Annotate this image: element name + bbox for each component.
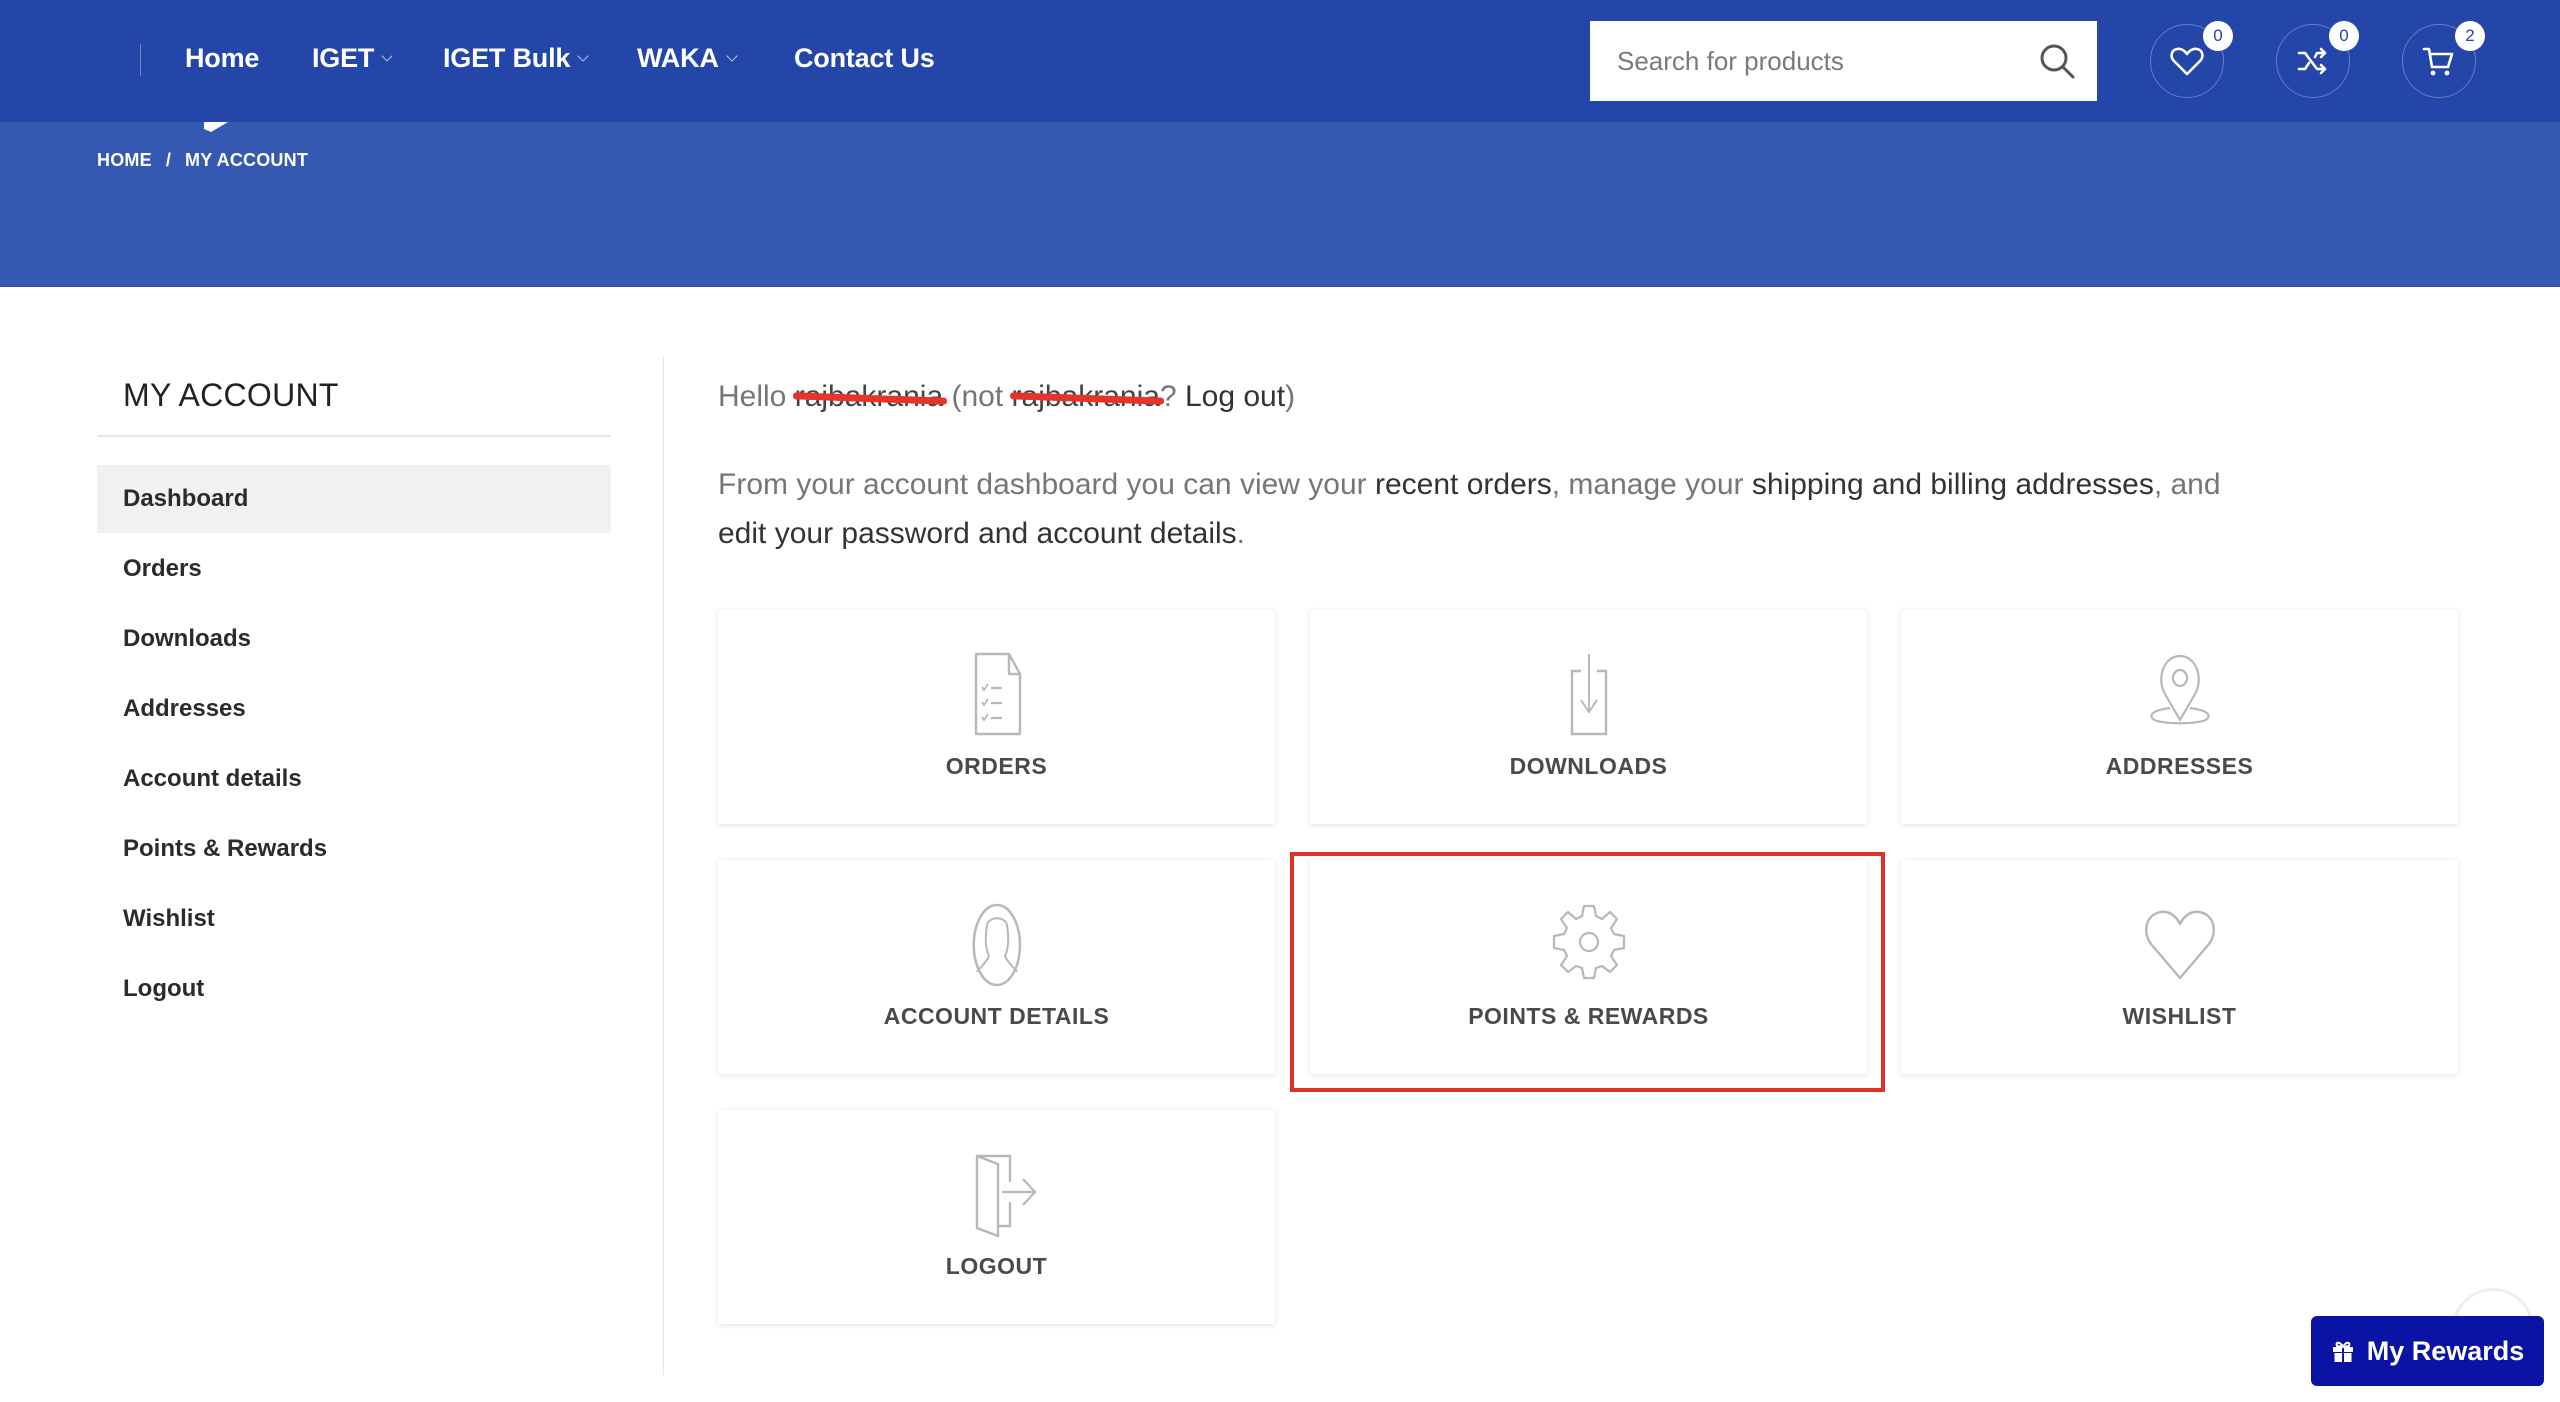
- user-icon: [972, 903, 1021, 987]
- nav-contact-us-label: Contact Us: [794, 43, 935, 73]
- tile-points-rewards[interactable]: POINTS & REWARDS: [1310, 860, 1867, 1074]
- wishlist-count-badge: 0: [2203, 21, 2233, 51]
- breadcrumb-home[interactable]: HOME: [97, 150, 152, 171]
- tile-downloads[interactable]: DOWNLOADS: [1310, 610, 1867, 824]
- greeting-not: (not: [951, 380, 1004, 413]
- cart-button[interactable]: 2: [2402, 21, 2485, 98]
- sidebar-item-dashboard[interactable]: Dashboard: [97, 465, 611, 533]
- chevron-down-icon: [577, 49, 589, 62]
- nav-separator: [140, 44, 141, 76]
- logout-link[interactable]: Log out: [1185, 380, 1285, 413]
- intro-text: , manage your: [1551, 468, 1752, 501]
- sidebar-item-orders[interactable]: Orders: [97, 535, 611, 603]
- account-details-link[interactable]: edit your password and account details: [718, 517, 1237, 550]
- recent-orders-link[interactable]: recent orders: [1375, 468, 1552, 501]
- nav-iget-bulk[interactable]: IGET Bulk: [443, 43, 589, 74]
- search-icon: [2040, 44, 2075, 79]
- greeting: Hello rajbakrania (not rajbakrania? Log …: [718, 380, 1295, 414]
- nav-iget[interactable]: IGET: [312, 43, 393, 74]
- greeting-question: ?: [1159, 380, 1177, 413]
- breadcrumb-current: MY ACCOUNT: [185, 150, 309, 170]
- dashboard-intro: From your account dashboard you can view…: [718, 460, 2458, 558]
- heart-icon: [2170, 47, 2204, 76]
- shuffle-icon: [2297, 47, 2327, 75]
- heart-icon: [2144, 910, 2215, 980]
- search-button[interactable]: [2037, 41, 2077, 81]
- search-input[interactable]: [1590, 21, 2010, 101]
- page-title-banner: [0, 122, 2560, 287]
- tile-addresses[interactable]: ADDRESSES: [1901, 610, 2458, 824]
- breadcrumb-separator: /: [165, 150, 172, 170]
- my-rewards-label: My Rewards: [2366, 1335, 2525, 1366]
- sidebar-title: MY ACCOUNT: [123, 377, 339, 413]
- tile-orders-label: ORDERS: [945, 753, 1048, 779]
- content-divider: [663, 357, 664, 1375]
- intro-text: , and: [2153, 468, 2221, 501]
- tile-logout[interactable]: LOGOUT: [718, 1110, 1275, 1324]
- wishlist-button[interactable]: 0: [2150, 21, 2233, 98]
- greeting-suffix: ): [1285, 380, 1296, 413]
- nav-waka-label: WAKA: [637, 43, 719, 73]
- redacted-username: rajbakrania: [1011, 380, 1160, 413]
- cart-count-badge: 2: [2455, 21, 2485, 51]
- nav-iget-label: IGET: [312, 43, 375, 73]
- sidebar-item-account-details[interactable]: Account details: [97, 745, 611, 813]
- intro-text: .: [1236, 517, 1245, 550]
- breadcrumb: HOME / MY ACCOUNT: [97, 150, 308, 171]
- sidebar-item-logout[interactable]: Logout: [97, 955, 611, 1023]
- tile-logout-label: LOGOUT: [945, 1253, 1048, 1279]
- nav-home[interactable]: Home: [185, 43, 259, 74]
- chevron-down-icon: [726, 49, 738, 62]
- compare-count-badge: 0: [2329, 21, 2359, 51]
- tile-wishlist-label: WISHLIST: [2122, 1003, 2237, 1029]
- addresses-link[interactable]: shipping and billing addresses: [1752, 468, 2154, 501]
- redacted-username: rajbakrania: [794, 380, 944, 413]
- compare-button[interactable]: 0: [2276, 21, 2359, 98]
- location-pin-icon: [2149, 654, 2210, 725]
- sidebar-item-points-rewards[interactable]: Points & Rewards: [97, 815, 611, 883]
- tile-account-details[interactable]: ACCOUNT DETAILS: [718, 860, 1275, 1074]
- sidebar-item-downloads[interactable]: Downloads: [97, 605, 611, 673]
- tile-points-rewards-label: POINTS & REWARDS: [1468, 1003, 1709, 1029]
- nav-waka[interactable]: WAKA: [637, 43, 738, 74]
- tile-wishlist[interactable]: WISHLIST: [1901, 860, 2458, 1074]
- sidebar-item-wishlist[interactable]: Wishlist: [97, 885, 611, 953]
- gift-icon: [2332, 1341, 2353, 1362]
- tile-downloads-label: DOWNLOADS: [1509, 753, 1668, 779]
- nav-contact-us[interactable]: Contact Us: [794, 43, 935, 74]
- greeting-prefix: Hello: [718, 380, 787, 413]
- sidebar-divider: [97, 435, 611, 437]
- tile-orders[interactable]: ORDERS: [718, 610, 1275, 824]
- sidebar-item-addresses[interactable]: Addresses: [97, 675, 611, 743]
- my-rewards-button[interactable]: My Rewards: [2311, 1316, 2544, 1386]
- tile-addresses-label: ADDRESSES: [2105, 753, 2254, 779]
- downloads-icon: [1570, 654, 1607, 736]
- search-bar: [1590, 21, 2097, 101]
- logout-door-icon: [975, 1154, 1036, 1238]
- site-header: Home IGET IGET Bulk WAKA Contact Us 0: [0, 0, 2560, 122]
- cart-icon: [2422, 47, 2454, 76]
- nav-home-label: Home: [185, 43, 260, 73]
- orders-icon: [974, 652, 1021, 736]
- nav-iget-bulk-label: IGET Bulk: [443, 43, 571, 73]
- intro-text: From your account dashboard you can view…: [718, 468, 1375, 501]
- chevron-down-icon: [381, 49, 393, 62]
- gear-icon: [1552, 904, 1625, 980]
- tile-account-details-label: ACCOUNT DETAILS: [883, 1003, 1110, 1029]
